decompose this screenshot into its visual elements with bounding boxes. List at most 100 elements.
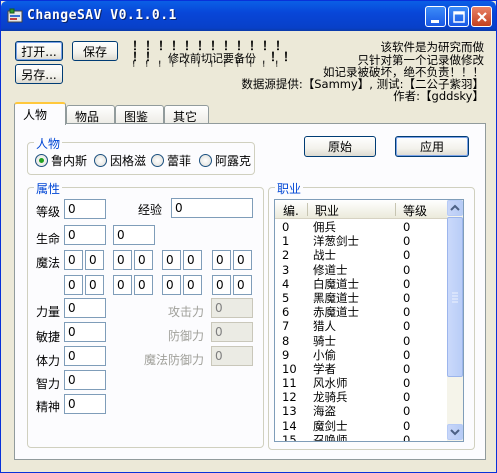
window-title: ChangeSAV V0.1.0.1 (27, 8, 177, 23)
mp-input[interactable]: 0 (233, 250, 252, 270)
job-number: 0 (282, 220, 290, 234)
hp-label: 生命 (36, 232, 61, 246)
level-label: 等级 (36, 205, 61, 219)
character-group-label: 人物 (34, 135, 63, 152)
title-bar[interactable]: ChangeSAV V0.1.0.1 (1, 1, 496, 31)
int-input[interactable]: 0 (64, 370, 106, 390)
level-input[interactable]: 0 (64, 199, 106, 219)
int-label: 智力 (36, 377, 61, 391)
job-number: 7 (282, 319, 290, 334)
list-item[interactable]: 7 猎人 0 (275, 319, 447, 333)
scroll-thumb[interactable] (447, 217, 463, 377)
list-item[interactable]: 12 龙骑兵 0 (275, 390, 447, 404)
mp-input[interactable]: 0 (64, 275, 83, 295)
str-input[interactable]: 0 (64, 298, 106, 318)
list-item[interactable]: 11 风水师 0 (275, 376, 447, 390)
atk-input: 0 (211, 298, 253, 318)
mp-input[interactable]: 0 (183, 275, 202, 295)
maximize-button[interactable] (448, 6, 469, 27)
list-item[interactable]: 15 召唤师 0 (275, 432, 447, 442)
list-item[interactable]: 14 魔剑士 0 (275, 419, 447, 433)
def-label: 防御力 (168, 329, 205, 343)
tab-items[interactable]: 物品 (66, 105, 115, 124)
save-as-button[interactable]: 另存... (15, 64, 63, 84)
hp-max-input[interactable]: 0 (113, 225, 155, 245)
apply-button[interactable]: 应用 (395, 136, 469, 157)
mp-input[interactable]: 0 (134, 250, 153, 270)
mp-input[interactable]: 0 (85, 275, 104, 295)
job-level: 0 (403, 305, 411, 320)
vit-input[interactable]: 0 (64, 346, 106, 366)
list-item[interactable]: 13 海盗 0 (275, 404, 447, 418)
close-button[interactable] (471, 6, 492, 27)
job-level: 0 (403, 220, 411, 234)
close-icon (477, 12, 487, 22)
list-item[interactable]: 3 修道士 0 (275, 263, 447, 277)
job-name: 赤魔道士 (313, 305, 359, 320)
list-item[interactable]: 6 赤魔道士 0 (275, 305, 447, 319)
radio-label: 因格滋 (110, 154, 147, 168)
job-name: 学者 (313, 361, 336, 376)
tab-bestiary[interactable]: 图鉴 (115, 105, 164, 124)
scroll-up-button[interactable] (447, 200, 463, 216)
radio-dot-icon (199, 154, 212, 167)
list-item[interactable]: 8 骑士 0 (275, 334, 447, 348)
job-level: 0 (403, 248, 411, 263)
list-item[interactable]: 2 战士 0 (275, 248, 447, 262)
radio-lunes[interactable]: 鲁内斯 (35, 152, 87, 169)
job-level: 0 (403, 333, 411, 348)
mp-input[interactable]: 0 (212, 275, 231, 295)
job-number: 6 (282, 305, 290, 320)
list-item[interactable]: 4 白魔道士 0 (275, 277, 447, 291)
minimize-button[interactable] (425, 6, 446, 27)
mp-input[interactable]: 0 (233, 275, 252, 295)
mp-input[interactable]: 0 (85, 250, 104, 270)
mp-input[interactable]: 0 (162, 275, 181, 295)
job-number: 11 (282, 376, 297, 391)
mp-input[interactable]: 0 (183, 250, 202, 270)
radio-refia[interactable]: 蕾菲 (151, 152, 191, 169)
job-number: 4 (282, 276, 290, 291)
job-level: 0 (403, 262, 411, 277)
jobs-group-label: 职业 (275, 180, 304, 197)
mp-input[interactable]: 0 (64, 250, 83, 270)
column-header-number[interactable]: 编. (283, 202, 299, 219)
agi-input[interactable]: 0 (64, 322, 106, 342)
list-item[interactable]: 0 佣兵 0 (275, 220, 447, 234)
mp-input[interactable]: 0 (134, 275, 153, 295)
mp-input[interactable]: 0 (113, 250, 132, 270)
column-header-level[interactable]: 等级 (403, 202, 427, 219)
list-item[interactable]: 5 黑魔道士 0 (275, 291, 447, 305)
list-item[interactable]: 1 洋葱剑士 0 (275, 234, 447, 248)
tab-character[interactable]: 人物 (14, 102, 66, 125)
original-button[interactable]: 原始 (304, 136, 376, 157)
list-item[interactable]: 9 小偷 0 (275, 348, 447, 362)
open-button[interactable]: 打开... (15, 41, 63, 61)
radio-ingus[interactable]: 因格滋 (94, 152, 146, 169)
hp-input[interactable]: 0 (64, 225, 106, 245)
job-list[interactable]: 编. 职业 等级 0 佣兵 0 1 洋葱剑士 0 2 战士 0 3 修道士 0 4 白魔道士 0 5… (274, 199, 464, 442)
mp-input[interactable]: 0 (113, 275, 132, 295)
radio-arc[interactable]: 阿露克 (199, 152, 251, 169)
app-icon (7, 8, 23, 23)
column-divider[interactable] (307, 203, 308, 216)
scroll-down-button[interactable] (447, 424, 463, 440)
spi-input[interactable]: 0 (64, 394, 106, 414)
spi-label: 精神 (36, 400, 61, 414)
column-divider[interactable] (395, 203, 396, 216)
radio-label: 蕾菲 (167, 154, 192, 168)
exp-input[interactable]: 0 (171, 198, 253, 218)
mp-input[interactable]: 0 (162, 250, 181, 270)
list-item[interactable]: 10 学者 0 (275, 362, 447, 376)
tab-other[interactable]: 其它 (164, 105, 209, 124)
job-list-header: 编. 职业 等级 (275, 200, 447, 219)
mp-input[interactable]: 0 (212, 250, 231, 270)
column-header-job[interactable]: 职业 (315, 202, 339, 219)
job-name: 召唤师 (313, 432, 348, 442)
atk-label: 攻击力 (168, 305, 205, 319)
save-button[interactable]: 保存 (72, 41, 118, 61)
job-list-scrollbar[interactable] (447, 200, 463, 441)
def-input: 0 (211, 322, 253, 342)
job-name: 修道士 (313, 262, 348, 277)
exp-label: 经验 (138, 203, 163, 217)
